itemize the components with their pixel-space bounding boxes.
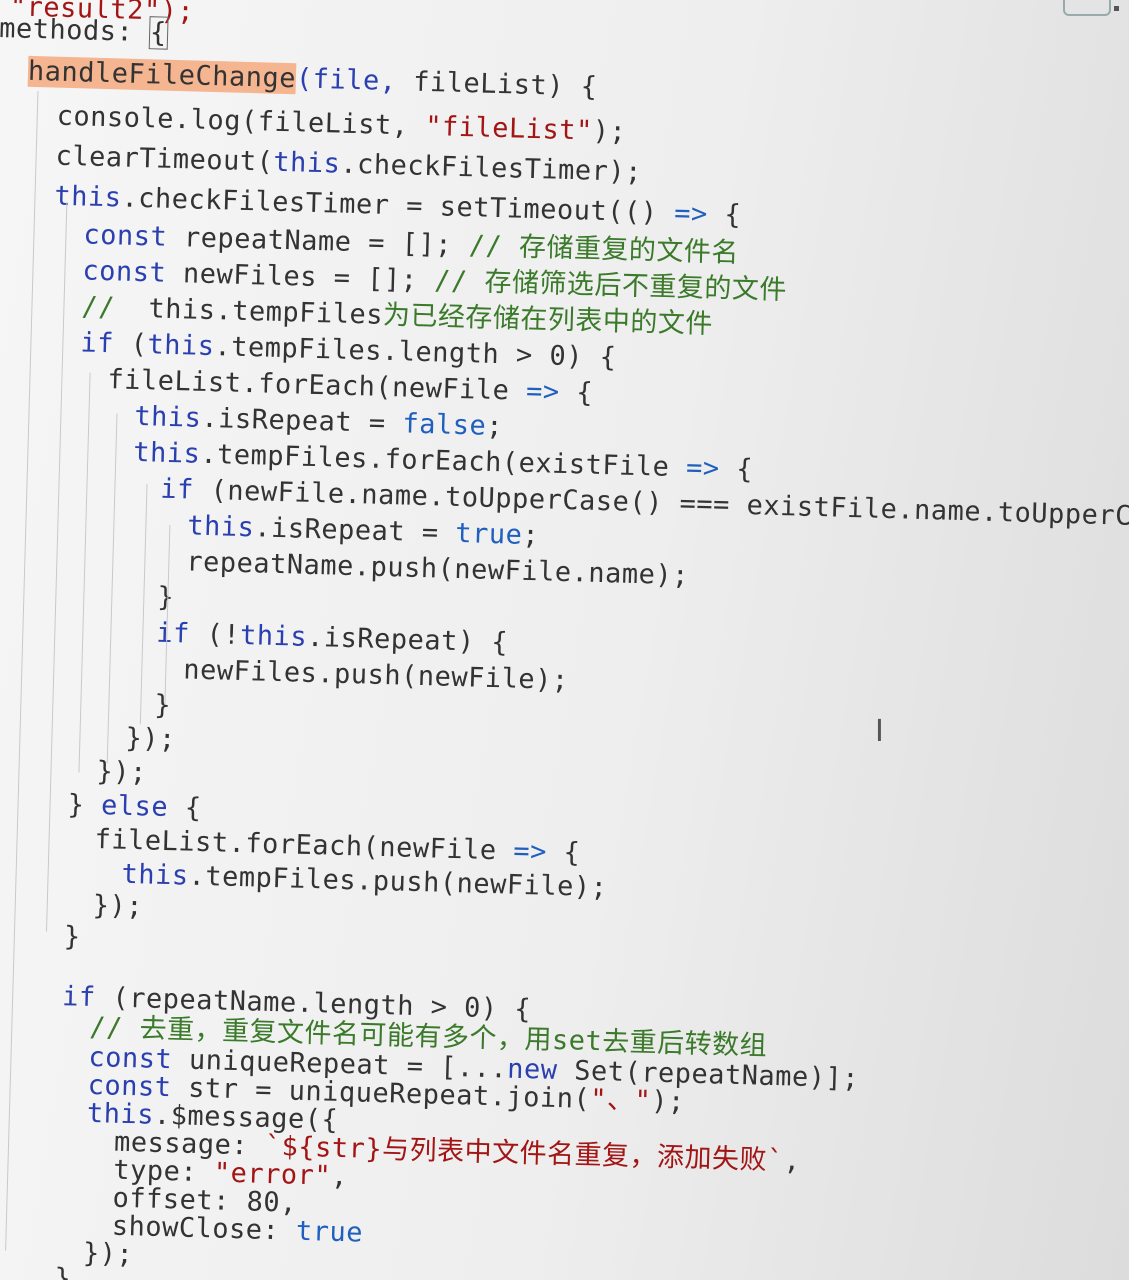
code-token: =>: [673, 197, 709, 230]
code-token: }: [67, 789, 102, 822]
code-line[interactable]: });: [125, 722, 177, 756]
code-token: if: [155, 617, 191, 650]
code-token: .checkFilesTimer);: [339, 148, 643, 188]
code-token: //: [81, 291, 149, 325]
code-token: newFiles = [];: [165, 257, 435, 297]
code-token: this: [54, 180, 122, 214]
code-token: if: [159, 473, 195, 506]
code-token: {: [148, 16, 169, 50]
code-token: {: [167, 792, 203, 824]
code-token: // 存储重复的文件名: [468, 230, 740, 269]
code-line[interactable]: });: [82, 1237, 134, 1271]
code-token: newFiles.push(newFile);: [182, 654, 570, 697]
code-token: this.tempFiles: [148, 293, 384, 331]
code-token: if: [80, 327, 115, 360]
code-token: .tempFiles.length > 0) {: [214, 331, 617, 374]
code-line[interactable]: } else {: [67, 789, 203, 824]
code-token: handleFileChange: [27, 55, 297, 95]
code-token: this: [239, 619, 308, 653]
indent-guide: [139, 484, 148, 725]
menu-dot-icon[interactable]: [1114, 6, 1119, 11]
code-token: this: [86, 1097, 155, 1131]
code-token: }: [63, 921, 82, 953]
code-token: const: [83, 219, 168, 253]
code-line[interactable]: }: [156, 581, 175, 614]
code-token: =>: [685, 452, 721, 485]
code-token: ;: [485, 410, 504, 443]
code-token: ;: [521, 519, 540, 552]
code-line[interactable]: }: [63, 921, 82, 953]
code-token: ,: [783, 1145, 801, 1177]
text-cursor-icon: I: [875, 714, 884, 749]
code-token: });: [82, 1237, 134, 1271]
code-line[interactable]: handleFileChange(file, fileList) {: [27, 55, 598, 103]
code-token: {: [559, 376, 594, 409]
code-token: .isRepeat =: [200, 402, 403, 440]
indent-guide: [5, 91, 39, 1251]
code-token: =>: [512, 835, 548, 868]
code-token: this: [186, 510, 255, 544]
code-token: if: [61, 981, 97, 1014]
code-line[interactable]: repeatName.push(newFile.name);: [185, 546, 690, 592]
code-token: repeatName = [];: [166, 221, 470, 262]
code-line[interactable]: methods: {: [0, 12, 169, 50]
code-token: this: [133, 400, 202, 434]
code-token: this: [121, 858, 190, 892]
code-token: }: [156, 581, 175, 614]
code-token: const: [82, 255, 167, 289]
code-token: {: [719, 453, 754, 486]
code-token: );: [650, 1085, 686, 1118]
code-token: // 存储筛选后不重复的文件: [433, 265, 788, 307]
code-token: =>: [525, 375, 561, 408]
code-token: });: [125, 722, 177, 756]
code-line[interactable]: this.isRepeat = true;: [186, 510, 540, 552]
code-line[interactable]: clearTimeout(this.checkFilesTimer);: [55, 140, 643, 188]
code-token: true: [295, 1215, 364, 1249]
code-token: }: [153, 689, 172, 722]
code-token: else: [100, 790, 169, 824]
code-line[interactable]: console.log(fileList, "fileList");: [56, 100, 627, 148]
code-token: .isRepeat) {: [306, 621, 509, 659]
indent-guide: [164, 524, 171, 705]
code-token: (!: [189, 618, 241, 651]
code-token: console.log(fileList,: [56, 100, 426, 142]
code-token: repeatName.push(newFile.name);: [185, 546, 690, 592]
code-token: });: [92, 889, 144, 923]
code-line[interactable]: });: [92, 889, 144, 923]
code-line[interactable]: showClose: true: [111, 1210, 364, 1249]
code-token: fileList) {: [412, 66, 598, 103]
code-token: );: [592, 115, 627, 148]
code-token: "、": [589, 1083, 652, 1117]
code-token: true: [454, 517, 523, 551]
panel-toggle-icon[interactable]: [1063, 0, 1111, 16]
code-token: this: [147, 329, 215, 363]
code-token: });: [96, 756, 148, 789]
code-token: .isRepeat =: [253, 512, 456, 549]
code-token: }: [53, 1263, 72, 1280]
code-token: this: [272, 146, 341, 180]
indent-guide: [46, 201, 68, 932]
code-line[interactable]: if (!this.isRepeat) {: [155, 617, 509, 659]
code-token: showClose:: [111, 1210, 297, 1247]
code-token: ,: [330, 1160, 349, 1193]
code-token: this: [132, 436, 201, 470]
code-token: (: [113, 328, 148, 361]
indent-guide: [106, 413, 118, 764]
code-token: methods:: [0, 12, 151, 49]
code-token: false: [401, 408, 487, 442]
code-token: 为已经存储在列表中的文件: [382, 299, 714, 341]
code-line[interactable]: }: [53, 1263, 72, 1280]
code-line[interactable]: newFiles.push(newFile);: [182, 654, 570, 697]
code-line[interactable]: }: [153, 689, 172, 722]
code-line[interactable]: });: [96, 756, 148, 789]
code-token: (file,: [295, 63, 414, 98]
code-token: {: [707, 198, 742, 231]
code-token: fileList.forEach(newFile: [107, 364, 527, 407]
code-token: clearTimeout(: [55, 140, 274, 178]
code-token: {: [546, 836, 581, 869]
code-token: "fileList": [424, 110, 594, 147]
code-editor[interactable]: "result2"); methods: {handleFileChange(fi…: [0, 0, 1129, 1280]
indent-guide: [78, 372, 91, 773]
code-line[interactable]: this.isRepeat = false;: [133, 400, 504, 443]
